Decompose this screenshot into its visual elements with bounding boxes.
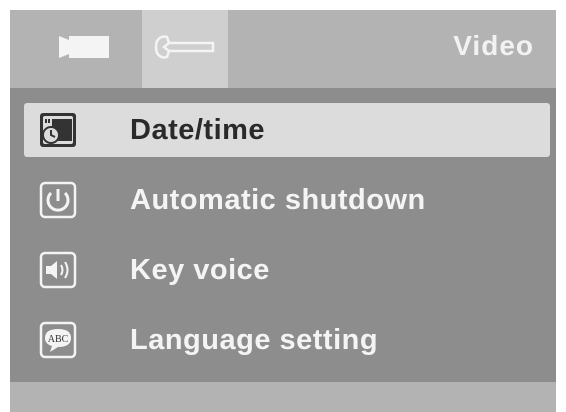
camera-menu-screen: Video Date/time Automatic shutdown Key v… — [10, 10, 556, 412]
speaker-icon — [38, 250, 78, 290]
wrench-icon — [153, 32, 217, 67]
menu-footer — [10, 382, 556, 412]
menu-item-automatic-shutdown[interactable]: Automatic shutdown — [24, 173, 550, 227]
svg-text:ABC: ABC — [48, 334, 69, 345]
power-icon — [38, 180, 78, 220]
menu-item-key-voice[interactable]: Key voice — [24, 243, 550, 297]
menu-item-label: Key voice — [130, 253, 270, 286]
tab-camera[interactable] — [42, 10, 128, 88]
menu-item-language-setting[interactable]: ABC Language setting — [24, 313, 550, 367]
menu-item-date-time[interactable]: Date/time — [24, 103, 550, 157]
menu-item-label: Language setting — [130, 323, 379, 356]
menu-header: Video — [10, 10, 556, 88]
mode-title: Video — [453, 30, 534, 61]
abc-speech-bubble-icon: ABC — [38, 320, 78, 360]
tab-setup[interactable] — [142, 10, 228, 88]
menu-item-label: Date/time — [130, 113, 266, 146]
calendar-clock-icon — [38, 110, 78, 150]
menu-item-label: Automatic shutdown — [130, 183, 426, 216]
camera-icon — [57, 32, 113, 67]
